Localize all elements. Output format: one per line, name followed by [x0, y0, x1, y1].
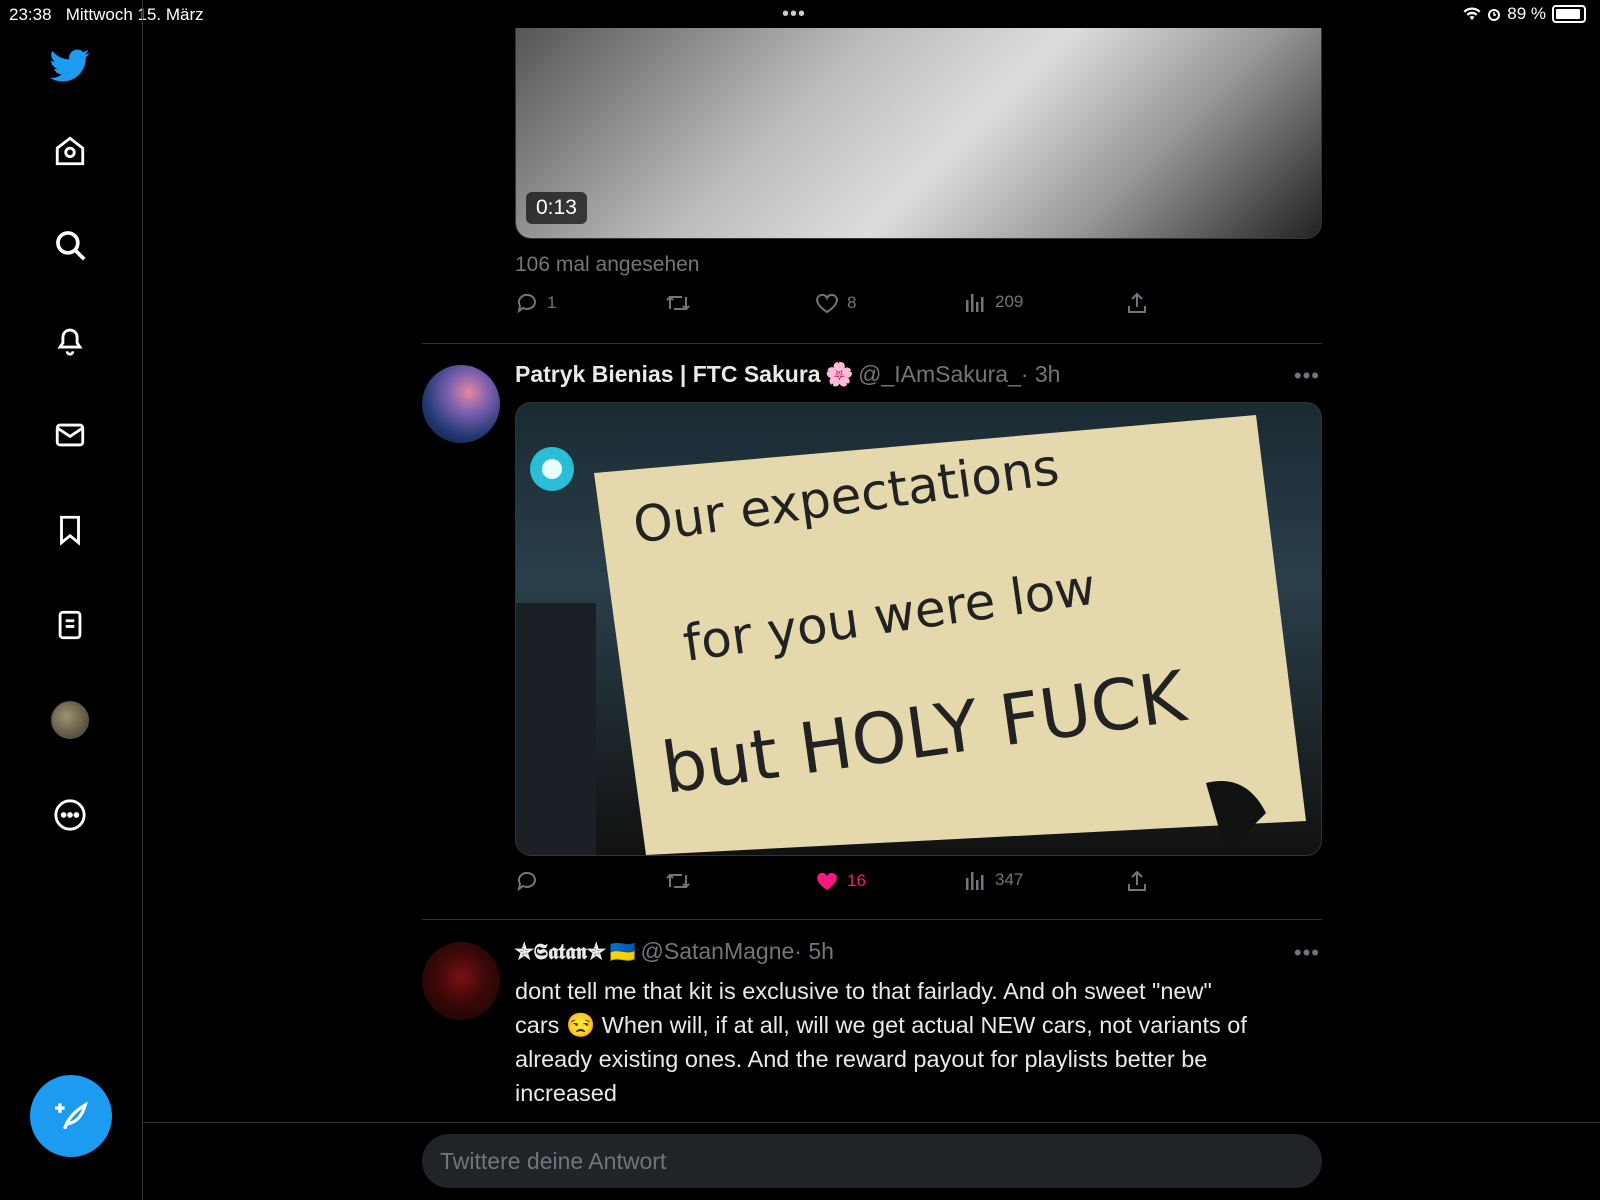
retweet-icon — [666, 295, 690, 311]
multitasking-dots-icon[interactable]: ••• — [782, 3, 806, 26]
video-view-count: 106 mal angesehen — [515, 253, 700, 276]
tweet-time[interactable]: · 3h — [1021, 361, 1061, 387]
tweet-author-handle[interactable]: @SatanMagne — [641, 938, 795, 964]
like-button-active[interactable]: 16 — [815, 869, 866, 893]
reply-button[interactable]: 1 — [515, 291, 556, 315]
tweet-time[interactable]: · 5h — [794, 938, 834, 964]
unamused-emoji: 😒 — [565, 1012, 596, 1038]
battery-percent: 89 % — [1507, 4, 1546, 23]
tweet-image[interactable]: Our expectations for you were low but HO… — [515, 402, 1322, 856]
tweet-header: ✯𝕾𝖆𝖙𝖆𝖓✯ 🇺🇦 @SatanMagne· 5h ••• — [515, 938, 1320, 974]
tweet-author-handle[interactable]: @_IAmSakura_ — [858, 361, 1021, 387]
bell-icon[interactable] — [50, 320, 90, 360]
tweet-author-avatar[interactable] — [422, 365, 500, 443]
tweet-video[interactable]: 0:13 — [515, 28, 1322, 239]
battery-icon — [1552, 5, 1586, 23]
tweet-divider — [422, 919, 1322, 920]
reply-icon — [517, 871, 536, 892]
share-icon — [1128, 870, 1146, 891]
video-duration: 0:13 — [526, 192, 587, 224]
search-icon[interactable] — [50, 225, 90, 265]
reply-button[interactable] — [515, 869, 539, 893]
list-icon[interactable] — [50, 605, 90, 645]
tweet-text: dont tell me that kit is exclusive to th… — [515, 978, 1247, 1106]
tweet-actions: 16 347 — [515, 869, 1155, 899]
share-button[interactable] — [1125, 869, 1149, 893]
heart-filled-icon — [817, 872, 837, 890]
home-icon[interactable] — [50, 131, 90, 171]
status-bar: 23:38 Mittwoch 15. März ••• 89 % — [0, 0, 1600, 28]
retweet-button[interactable] — [665, 291, 691, 315]
reply-bar-divider — [142, 1122, 1600, 1123]
compose-tweet-icon — [55, 1101, 88, 1130]
views-button[interactable]: 347 — [965, 869, 1023, 891]
share-button[interactable] — [1125, 291, 1149, 315]
reply-icon — [517, 293, 536, 314]
analytics-icon — [966, 294, 984, 312]
share-icon — [1128, 292, 1146, 313]
heart-icon — [816, 293, 838, 314]
ukraine-flag-emoji: 🇺🇦 — [609, 941, 637, 964]
bookmark-icon[interactable] — [50, 510, 90, 550]
more-circle-icon[interactable] — [50, 795, 90, 835]
profile-avatar[interactable] — [50, 700, 90, 740]
status-indicators: 89 % — [1463, 4, 1586, 24]
tweet-more-icon[interactable]: ••• — [1294, 363, 1320, 389]
alarm-icon — [1488, 9, 1501, 21]
tweet-more-icon[interactable]: ••• — [1294, 940, 1320, 966]
retweet-icon — [666, 873, 690, 889]
tweet-actions: 1 8 209 — [515, 291, 1155, 321]
twitter-logo-icon[interactable] — [50, 46, 90, 86]
tweet-header: Patryk Bienias | FTC Sakura 🌸 @_IAmSakur… — [515, 361, 1320, 397]
tweet-author-avatar[interactable] — [422, 942, 500, 1020]
tweet-author-name[interactable]: ✯𝕾𝖆𝖙𝖆𝖓✯ — [515, 939, 605, 965]
wifi-icon — [1463, 7, 1481, 20]
compose-tweet-button[interactable] — [30, 1075, 112, 1157]
tweet-author-name[interactable]: Patryk Bienias | FTC Sakura — [515, 361, 821, 387]
protest-sign-image: Our expectations for you were low but HO… — [516, 415, 1306, 855]
retweet-button[interactable] — [665, 869, 691, 893]
cherry-blossom-emoji: 🌸 — [825, 361, 854, 387]
mail-icon[interactable] — [50, 415, 90, 455]
tweet-divider — [422, 343, 1322, 344]
views-button[interactable]: 209 — [965, 291, 1023, 313]
sidebar — [0, 0, 143, 1200]
like-button[interactable]: 8 — [815, 291, 856, 315]
analytics-icon — [966, 872, 984, 890]
reply-input[interactable]: Twittere deine Antwort — [422, 1134, 1322, 1188]
